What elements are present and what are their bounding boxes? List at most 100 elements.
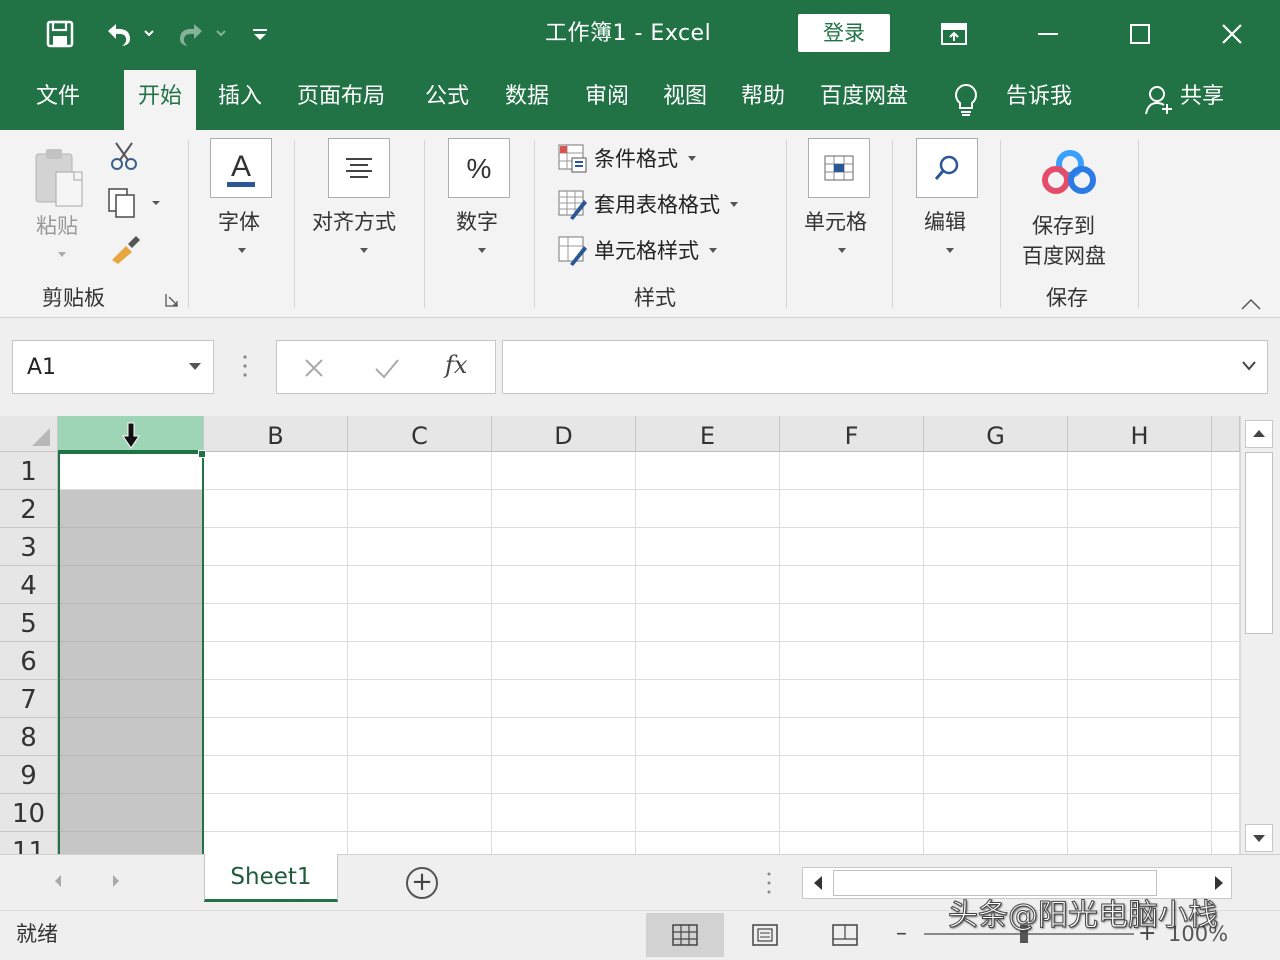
grid-cell[interactable]	[492, 680, 636, 718]
grid-cell[interactable]	[636, 642, 780, 680]
login-button[interactable]: 登录	[798, 14, 890, 52]
grid-cell[interactable]	[204, 490, 348, 528]
number-label[interactable]: 数字	[456, 206, 498, 236]
add-sheet-button[interactable]: +	[406, 867, 438, 899]
minimize-icon[interactable]	[1028, 14, 1068, 54]
previous-sheet-icon[interactable]	[52, 873, 64, 889]
worksheet-grid[interactable]: B C D E F G H 1 2 3 4 5 6 7 8 9 10 11	[0, 416, 1280, 854]
grid-cell[interactable]	[1068, 452, 1212, 490]
grid-cell[interactable]	[924, 528, 1068, 566]
grid-cell[interactable]	[1068, 756, 1212, 794]
scroll-left-icon[interactable]	[803, 868, 833, 898]
grid-cell[interactable]	[924, 452, 1068, 490]
grid-cell[interactable]	[924, 794, 1068, 832]
font-dropdown-icon[interactable]	[238, 248, 246, 253]
row-header[interactable]: 2	[0, 490, 58, 528]
baidu-netdisk-label[interactable]: 百度网盘	[1022, 240, 1106, 270]
grid-cell[interactable]	[1212, 452, 1240, 490]
grid-cell[interactable]	[492, 452, 636, 490]
grid-cell[interactable]	[780, 528, 924, 566]
editing-search-icon[interactable]	[916, 138, 978, 198]
grid-cell[interactable]	[924, 756, 1068, 794]
grid-cell[interactable]	[636, 832, 780, 854]
name-box[interactable]: A1	[12, 340, 214, 394]
grid-cell[interactable]	[492, 756, 636, 794]
grid-cell[interactable]	[924, 566, 1068, 604]
row-header[interactable]: 11	[0, 832, 58, 854]
cell-styles-button[interactable]: 单元格样式	[556, 232, 717, 268]
cut-icon[interactable]	[108, 140, 140, 176]
grid-cell[interactable]	[924, 642, 1068, 680]
row-header[interactable]: 4	[0, 566, 58, 604]
grid-cell[interactable]	[492, 566, 636, 604]
column-header-C[interactable]: C	[348, 416, 492, 452]
customize-icon[interactable]	[248, 16, 272, 52]
grid-cell[interactable]	[1068, 794, 1212, 832]
grid-cell[interactable]	[204, 756, 348, 794]
format-as-table-button[interactable]: 套用表格格式	[556, 186, 738, 222]
grid-cell[interactable]	[204, 452, 348, 490]
grid-cell[interactable]	[348, 452, 492, 490]
dialog-launcher-icon[interactable]	[164, 292, 180, 312]
insert-function-icon[interactable]: fx	[445, 351, 467, 379]
grid-cell[interactable]	[636, 452, 780, 490]
grid-cell[interactable]	[348, 718, 492, 756]
grid-cell[interactable]	[1068, 528, 1212, 566]
grid-cell[interactable]	[636, 794, 780, 832]
cells-icon[interactable]	[808, 138, 870, 198]
grid-cell[interactable]	[58, 566, 204, 604]
row-header[interactable]: 9	[0, 756, 58, 794]
column-header-D[interactable]: D	[492, 416, 636, 452]
tab-file[interactable]: 文件	[36, 68, 80, 130]
share-person-icon[interactable]	[1144, 84, 1174, 120]
grid-cell[interactable]	[204, 680, 348, 718]
grid-cell[interactable]	[636, 718, 780, 756]
grid-cell[interactable]	[780, 832, 924, 854]
cancel-icon[interactable]	[303, 357, 325, 379]
tab-splitter-icon[interactable]	[766, 871, 772, 895]
enter-check-icon[interactable]	[373, 357, 401, 379]
grid-cell[interactable]	[492, 490, 636, 528]
cells-label[interactable]: 单元格	[804, 206, 867, 236]
close-icon[interactable]	[1212, 14, 1252, 54]
grid-cell[interactable]	[1068, 832, 1212, 854]
format-painter-icon[interactable]	[108, 232, 142, 268]
grid-cell[interactable]	[58, 832, 204, 854]
grid-cell[interactable]	[58, 528, 204, 566]
grid-cell[interactable]	[1212, 756, 1240, 794]
baidu-netdisk-icon[interactable]	[1042, 150, 1098, 200]
alignment-dropdown-icon[interactable]	[360, 248, 368, 253]
grid-cell[interactable]	[1212, 528, 1240, 566]
grid-cell[interactable]	[204, 642, 348, 680]
grid-cell[interactable]	[204, 566, 348, 604]
grid-cell[interactable]	[204, 718, 348, 756]
tab-home[interactable]: 开始	[124, 70, 197, 130]
grid-cell[interactable]	[924, 604, 1068, 642]
grid-cell[interactable]	[1212, 680, 1240, 718]
column-header-A[interactable]	[58, 416, 204, 452]
grid-cell[interactable]	[780, 718, 924, 756]
grid-cell[interactable]	[1212, 718, 1240, 756]
row-header[interactable]: 5	[0, 604, 58, 642]
drag-handle-icon[interactable]	[242, 354, 248, 384]
grid-cell[interactable]	[1212, 794, 1240, 832]
row-header[interactable]: 7	[0, 680, 58, 718]
page-break-view-button[interactable]	[806, 913, 884, 957]
grid-cell[interactable]	[780, 642, 924, 680]
grid-cell[interactable]	[1212, 832, 1240, 854]
paste-dropdown-icon[interactable]	[58, 252, 66, 257]
number-dropdown-icon[interactable]	[478, 248, 486, 253]
grid-cell[interactable]	[58, 490, 204, 528]
grid-cell[interactable]	[1068, 604, 1212, 642]
tell-me-search[interactable]: 告诉我	[1006, 68, 1072, 130]
grid-cell[interactable]	[204, 528, 348, 566]
grid-cell[interactable]	[924, 832, 1068, 854]
active-cell[interactable]	[58, 452, 204, 490]
alignment-icon[interactable]	[328, 138, 390, 198]
share-button[interactable]: 共享	[1180, 68, 1224, 130]
grid-cell[interactable]	[492, 718, 636, 756]
grid-cell[interactable]	[924, 490, 1068, 528]
sheet-tab-sheet1[interactable]: Sheet1	[204, 854, 338, 902]
vertical-scrollbar[interactable]	[1240, 416, 1280, 854]
grid-cell[interactable]	[780, 566, 924, 604]
